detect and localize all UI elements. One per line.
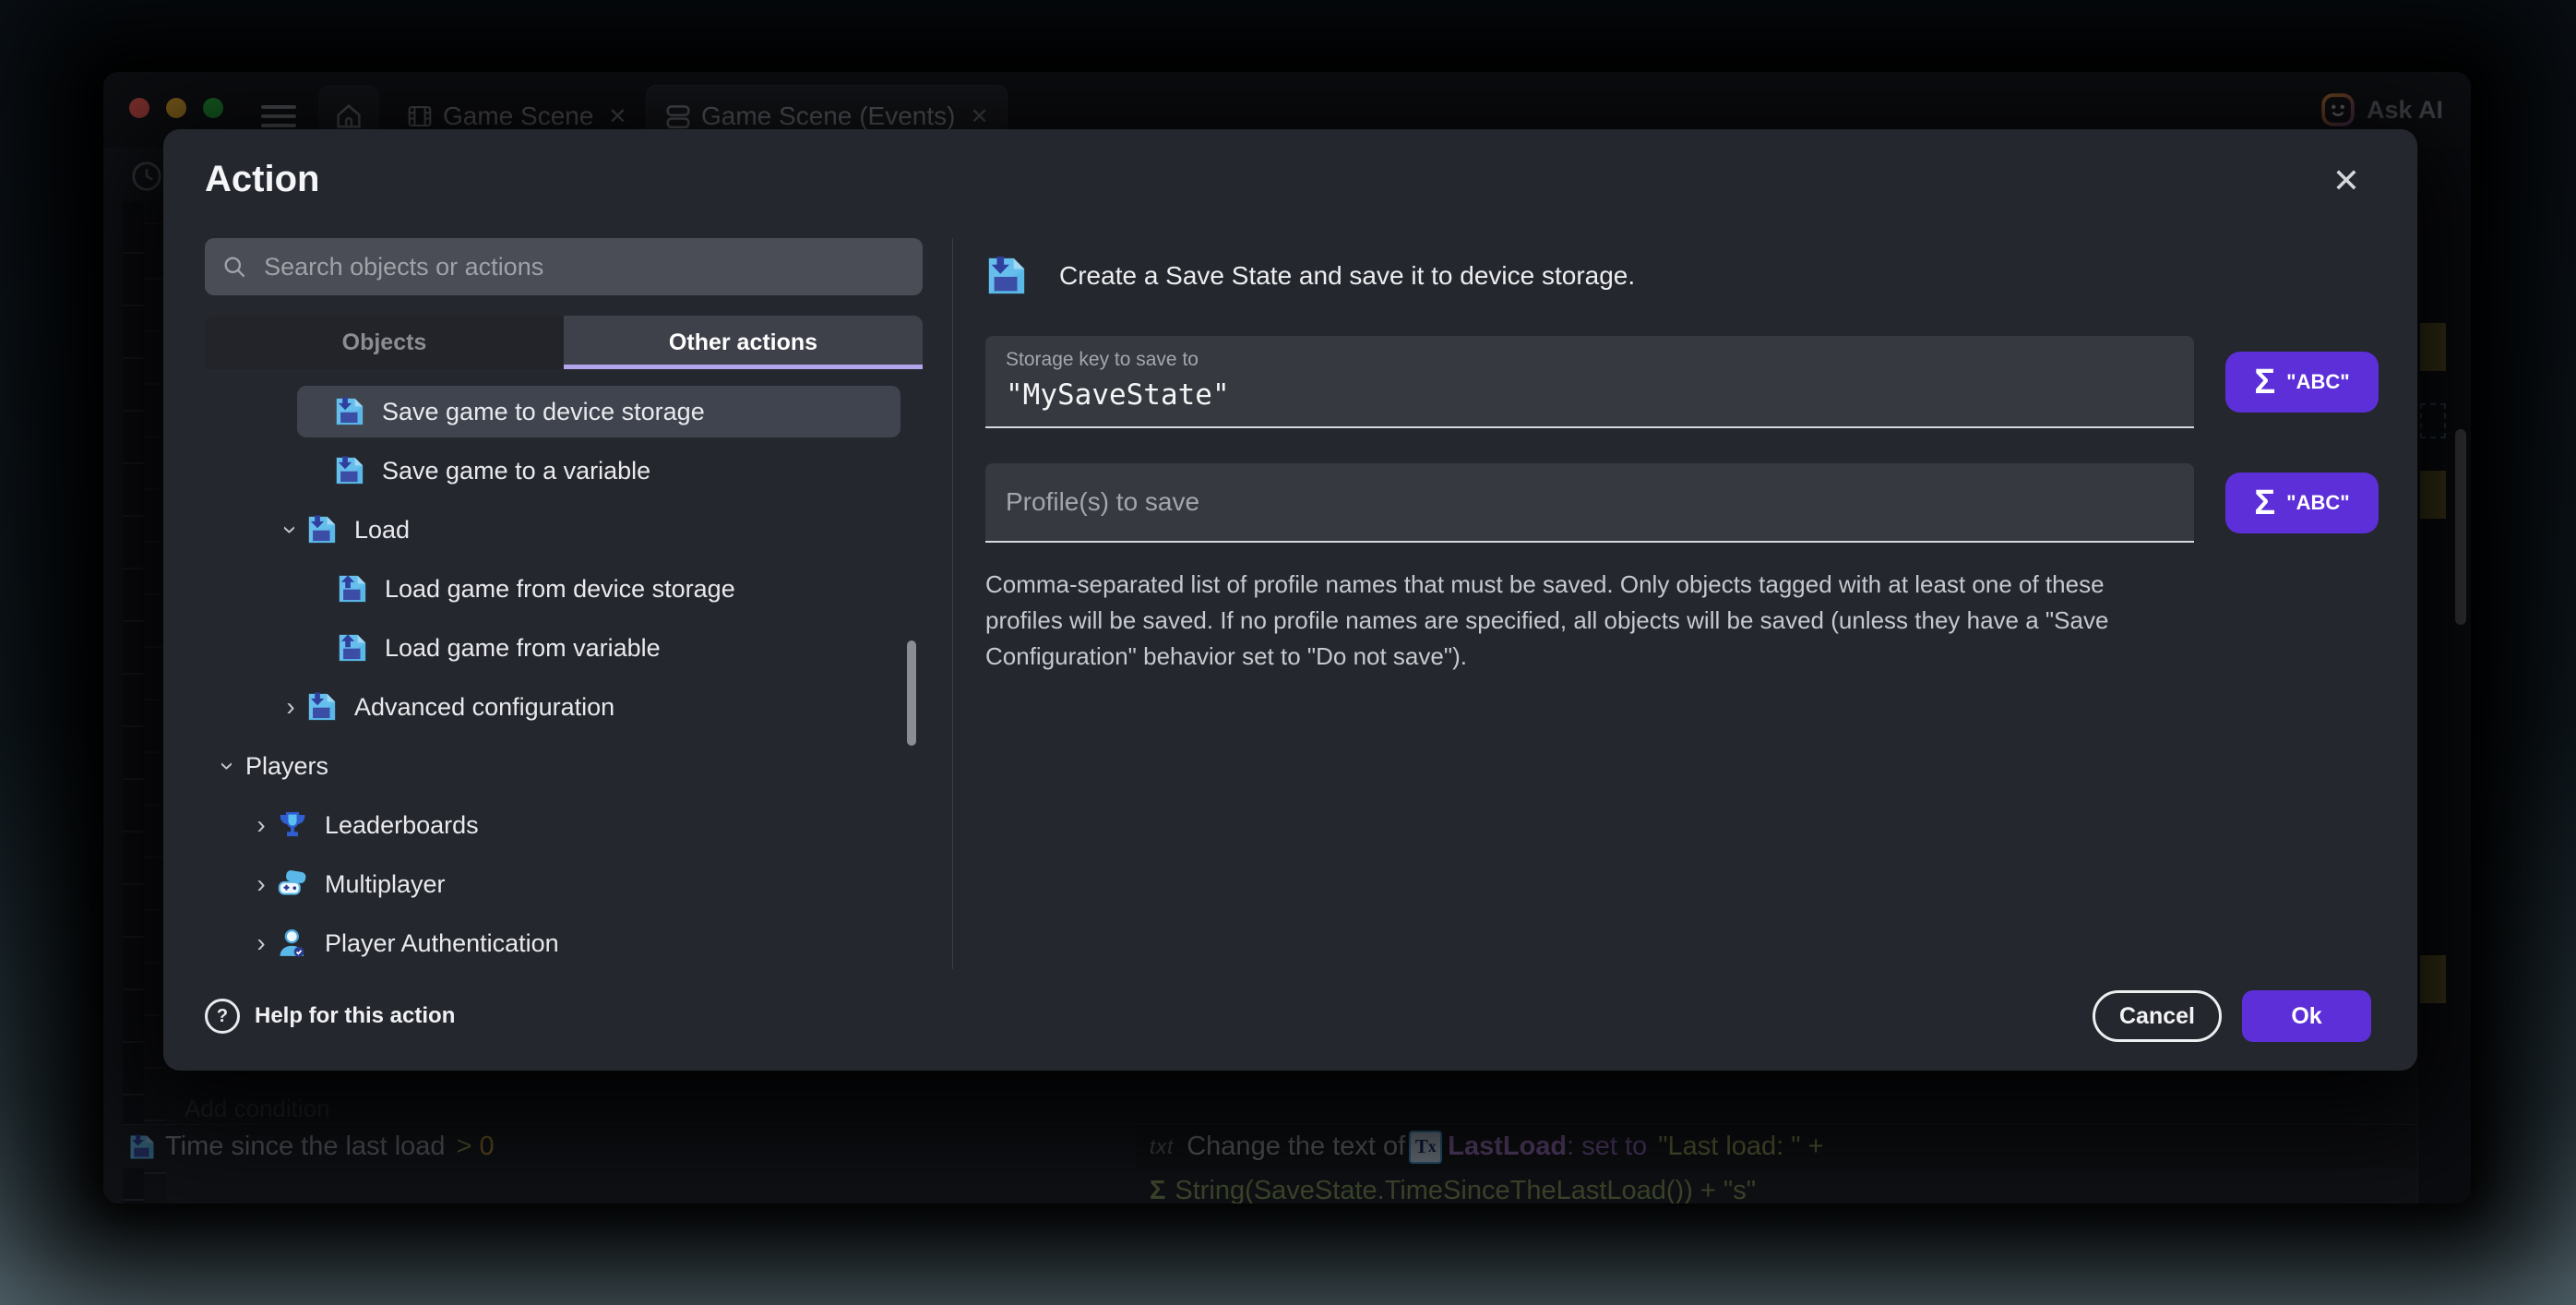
- save-icon: [985, 255, 1028, 297]
- save-icon: [334, 455, 365, 486]
- search-field[interactable]: [205, 238, 923, 295]
- tree-group-multiplayer[interactable]: › Multiplayer: [205, 855, 923, 914]
- search-icon: [221, 253, 247, 281]
- tree-item-load-game-variable[interactable]: Load game from variable: [205, 618, 923, 677]
- picker-tabs: Objects Other actions: [205, 316, 923, 369]
- tree-item-save-game-variable[interactable]: Save game to a variable: [205, 441, 923, 500]
- gamepad-icon: [277, 868, 308, 900]
- screen: Game Scene ✕ Game Scene (Events) ✕ Ask A…: [0, 0, 2576, 1305]
- action-description: Create a Save State and save it to devic…: [1059, 261, 1635, 291]
- tree-group-load[interactable]: › Load: [205, 500, 923, 559]
- load-icon: [337, 632, 368, 664]
- storage-key-label: Storage key to save to: [1006, 349, 2174, 371]
- tree-group-leaderboards[interactable]: › Leaderboards: [205, 796, 923, 855]
- tree-group-advanced-configuration[interactable]: › Advanced configuration: [205, 677, 923, 736]
- ok-button[interactable]: Ok: [2242, 990, 2371, 1042]
- dialog-close-icon[interactable]: ✕: [2332, 164, 2360, 198]
- app-window: Game Scene ✕ Game Scene (Events) ✕ Ask A…: [103, 72, 2471, 1203]
- sigma-icon: Σ: [2254, 484, 2275, 523]
- profiles-expression-button[interactable]: Σ "ABC": [2225, 473, 2379, 533]
- search-input[interactable]: [262, 252, 906, 282]
- tab-objects[interactable]: Objects: [205, 316, 564, 369]
- dialog-title: Action: [205, 159, 319, 200]
- profiles-help-text: Comma-separated list of profile names th…: [985, 567, 2157, 675]
- chevron-right-icon[interactable]: ›: [249, 930, 273, 956]
- storage-key-field[interactable]: Storage key to save to "MySaveState": [985, 336, 2194, 428]
- storage-key-value[interactable]: "MySaveState": [1006, 378, 2174, 412]
- tree-group-players[interactable]: › Players: [205, 736, 923, 796]
- chevron-right-icon[interactable]: ›: [279, 694, 303, 720]
- save-icon: [306, 514, 338, 545]
- question-mark-icon: ?: [205, 999, 240, 1034]
- chevron-right-icon[interactable]: ›: [249, 871, 273, 897]
- chevron-right-icon[interactable]: ›: [249, 812, 273, 838]
- save-icon: [334, 396, 365, 427]
- tree-item-load-game-device[interactable]: Load game from device storage: [205, 559, 923, 618]
- actions-tree: Save game to device storage Save game to…: [205, 382, 923, 973]
- sigma-icon: Σ: [2254, 363, 2275, 402]
- tree-scrollbar[interactable]: [907, 641, 916, 746]
- load-icon: [337, 573, 368, 605]
- action-picker-panel: Objects Other actions Save game to devic…: [205, 238, 923, 969]
- action-dialog: Action ✕ Objects Other actions: [163, 129, 2417, 1071]
- tree-group-player-authentication[interactable]: › Player Authentication: [205, 914, 923, 973]
- cancel-button[interactable]: Cancel: [2093, 990, 2222, 1042]
- chevron-down-icon[interactable]: ›: [278, 518, 304, 542]
- abc-label: "ABC": [2286, 491, 2350, 515]
- tab-other-actions[interactable]: Other actions: [564, 316, 923, 369]
- tree-item-save-game-device[interactable]: Save game to device storage: [297, 386, 900, 437]
- chevron-down-icon[interactable]: ›: [215, 754, 241, 778]
- profiles-field[interactable]: Profile(s) to save: [985, 463, 2194, 543]
- action-config-panel: Create a Save State and save it to devic…: [953, 238, 2379, 969]
- help-label: Help for this action: [255, 1003, 455, 1029]
- help-for-action-link[interactable]: ? Help for this action: [205, 999, 455, 1034]
- abc-label: "ABC": [2286, 370, 2350, 394]
- save-icon: [306, 691, 338, 723]
- trophy-icon: [277, 809, 308, 841]
- person-icon: [277, 928, 308, 959]
- storage-key-expression-button[interactable]: Σ "ABC": [2225, 352, 2379, 413]
- profiles-placeholder: Profile(s) to save: [1006, 487, 2174, 517]
